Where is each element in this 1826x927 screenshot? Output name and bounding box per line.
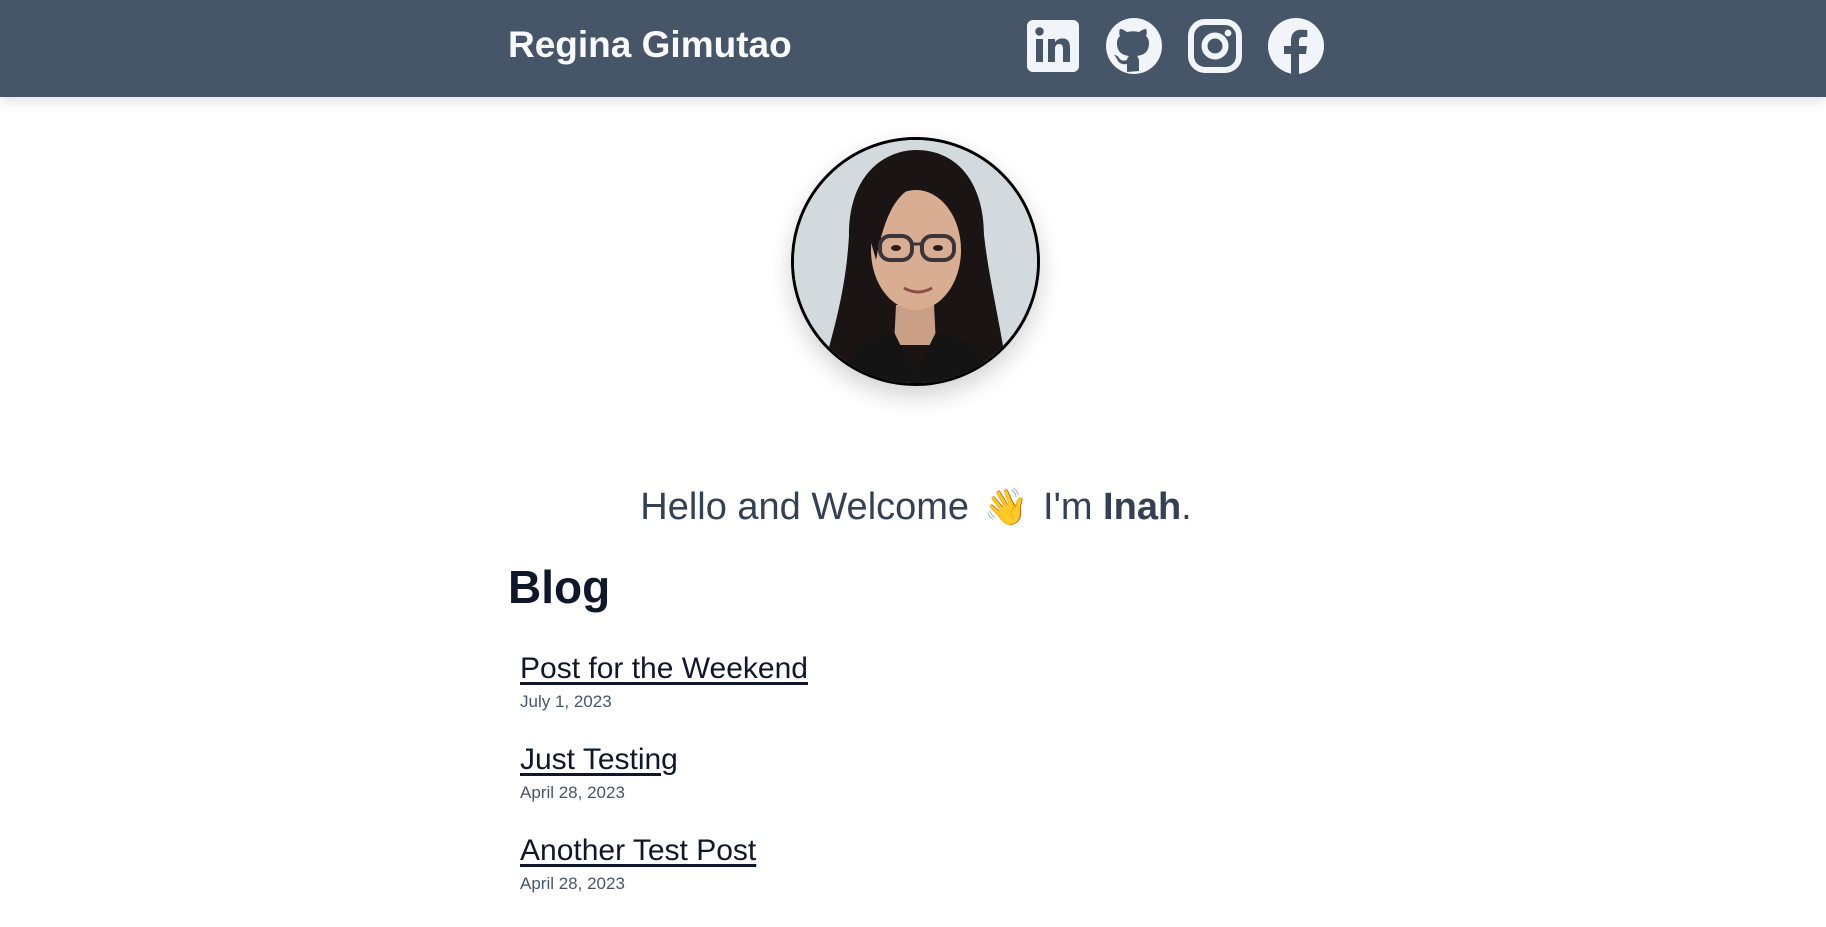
social-links <box>1024 17 1325 75</box>
list-item: Another Test Post April 28, 2023 <box>520 834 808 925</box>
greeting-name: Inah <box>1103 486 1182 528</box>
linkedin-link[interactable] <box>1024 17 1082 75</box>
site-title-link[interactable]: Regina Gimutao <box>508 24 792 66</box>
post-date: April 28, 2023 <box>520 874 625 893</box>
post-date: April 28, 2023 <box>520 783 625 802</box>
greeting-text: Hello and Welcome <box>640 486 970 528</box>
post-title-link[interactable]: Post for the Weekend <box>520 652 808 686</box>
post-title-link[interactable]: Just Testing <box>520 743 678 777</box>
github-icon <box>1106 18 1162 74</box>
welcome-message: Hello and Welcome 👋 I'm Inah. <box>0 486 1826 529</box>
instagram-icon <box>1188 19 1242 73</box>
github-link[interactable] <box>1105 17 1163 75</box>
post-date: July 1, 2023 <box>520 692 612 711</box>
greeting-im-text: I'm <box>1043 486 1093 528</box>
linkedin-icon <box>1027 20 1079 72</box>
list-item: Just Testing April 28, 2023 <box>520 743 808 834</box>
facebook-icon <box>1268 18 1324 75</box>
post-title-link[interactable]: Another Test Post <box>520 834 756 868</box>
list-item: Post for the Weekend July 1, 2023 <box>520 652 808 743</box>
instagram-link[interactable] <box>1186 17 1244 75</box>
blog-heading: Blog <box>508 561 611 613</box>
blog-post-list: Post for the Weekend July 1, 2023 Just T… <box>520 652 808 925</box>
portrait-image <box>794 140 1037 383</box>
avatar <box>791 137 1040 386</box>
greeting-period: . <box>1181 486 1192 528</box>
profile-photo <box>791 137 1040 386</box>
facebook-link[interactable] <box>1267 17 1325 75</box>
site-header: Regina Gimutao <box>0 0 1826 97</box>
waving-hand-icon: 👋 <box>983 486 1029 527</box>
